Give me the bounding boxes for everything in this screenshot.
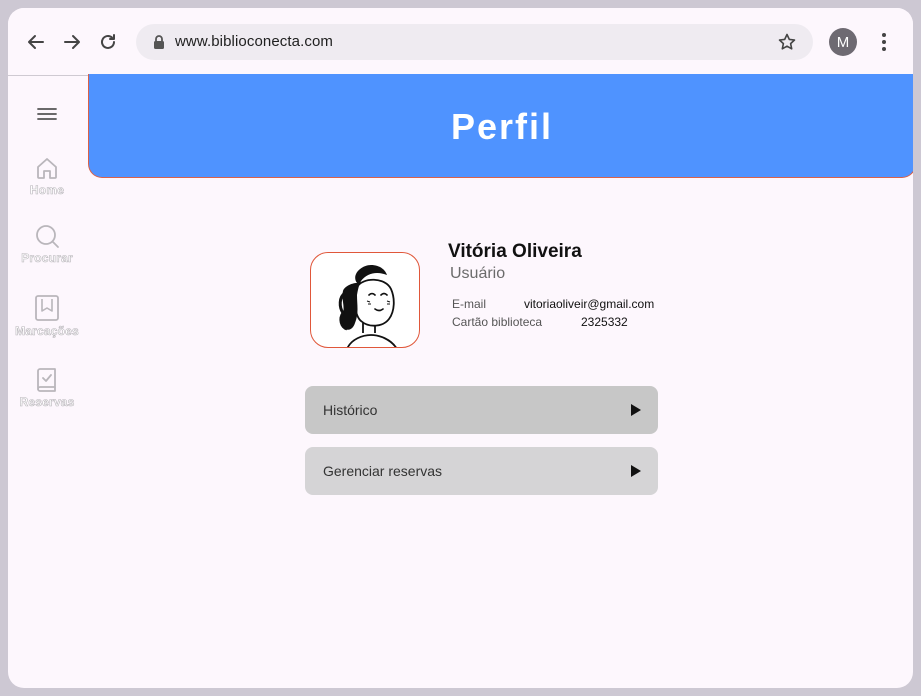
sidebar-item-reservas[interactable]: Reservas <box>8 367 86 409</box>
manage-reservations-label: Gerenciar reservas <box>323 463 443 479</box>
email-value: vitoriaoliveir@gmail.com <box>524 297 655 311</box>
address-bar[interactable]: www.biblioconecta.com <box>136 24 813 60</box>
home-icon <box>37 158 57 179</box>
lock-icon <box>154 35 164 49</box>
arrow-right-icon <box>64 35 80 49</box>
sidebar-item-label: Reservas <box>19 395 75 410</box>
user-illustration <box>338 265 397 347</box>
reload-icon <box>101 34 115 49</box>
profile-avatar-button[interactable]: M <box>829 28 857 56</box>
page-title: Perfil <box>450 106 554 147</box>
manage-reservations-button[interactable]: Gerenciar reservas <box>305 447 658 495</box>
browser-window: www.biblioconecta.com M Perfil Home Proc… <box>8 8 913 688</box>
browser-toolbar: www.biblioconecta.com M <box>8 8 913 76</box>
library-card-value: 2325332 <box>581 315 628 329</box>
star-icon[interactable] <box>777 32 797 52</box>
profile-initial: M <box>836 33 850 51</box>
arrow-left-icon <box>28 35 44 49</box>
bookmark-icon <box>35 295 59 321</box>
history-button[interactable]: Histórico <box>305 386 658 434</box>
reservation-book-icon <box>37 368 56 392</box>
search-icon <box>36 225 59 248</box>
sidebar-item-label: Procurar <box>21 251 73 266</box>
profile-photo <box>310 252 420 348</box>
sidebar-item-label: Marcações <box>15 324 79 339</box>
forward-button[interactable] <box>60 30 84 54</box>
play-arrow-icon <box>631 404 641 416</box>
back-button[interactable] <box>24 30 48 54</box>
profile-name: Vitória Oliveira <box>448 241 582 262</box>
profile-role: Usuário <box>450 265 506 282</box>
sidebar-item-label: Home <box>29 183 65 198</box>
play-arrow-icon <box>631 465 641 477</box>
email-label: E-mail <box>452 297 487 311</box>
sidebar-item-procurar[interactable]: Procurar <box>8 223 86 265</box>
sidebar-item-marcacoes[interactable]: Marcações <box>8 294 86 338</box>
more-options-icon[interactable] <box>874 30 894 54</box>
side-navigation: Home Procurar Marcações Reservas <box>8 77 88 688</box>
reload-button[interactable] <box>96 30 120 54</box>
sidebar-item-home[interactable]: Home <box>8 155 86 197</box>
url-text: www.biblioconecta.com <box>175 33 334 50</box>
history-button-label: Histórico <box>323 402 378 418</box>
library-card-label: Cartão biblioteca <box>452 315 543 329</box>
page-header: Perfil <box>88 74 913 178</box>
hamburger-menu-icon[interactable] <box>36 105 58 123</box>
